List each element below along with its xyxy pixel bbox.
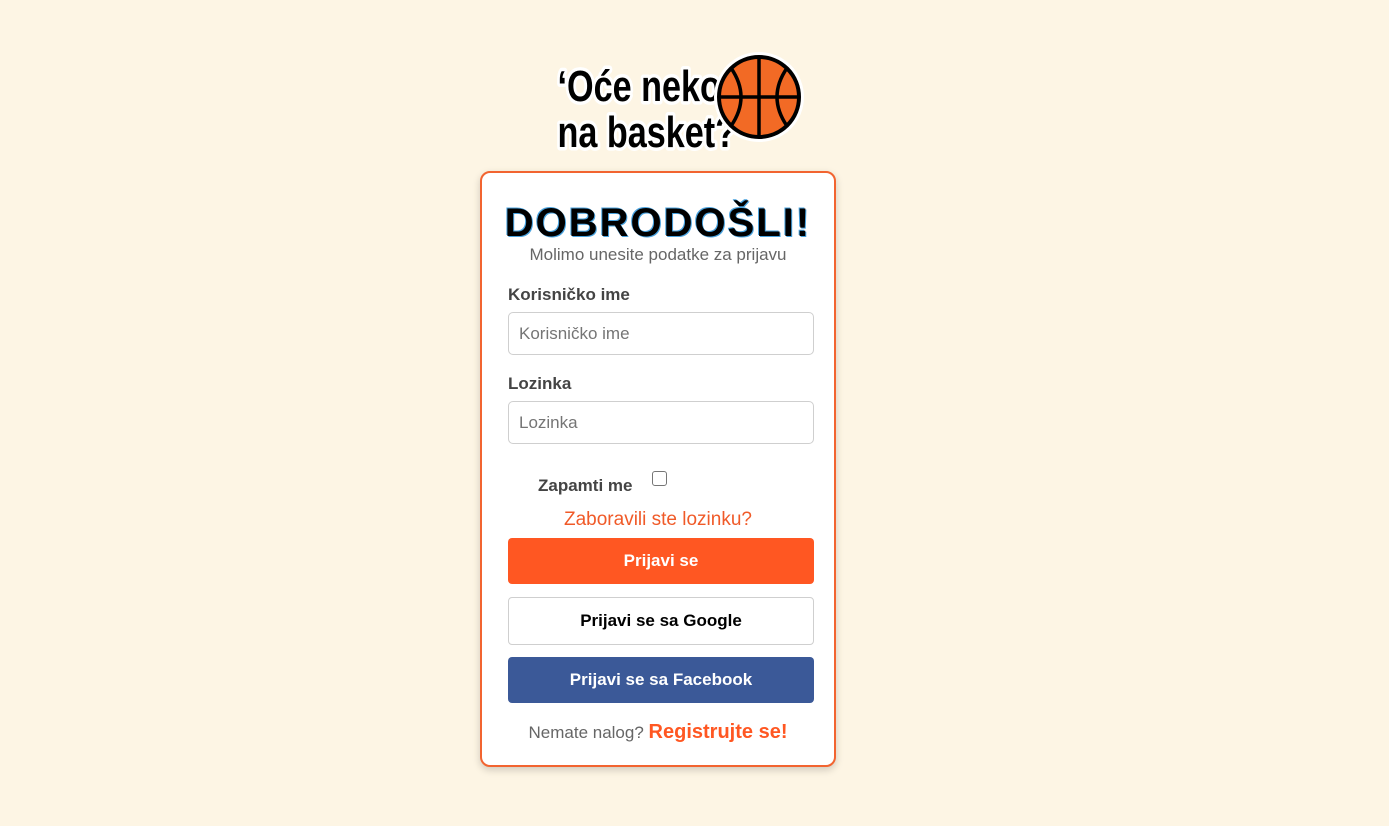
site-logo[interactable]: ‘Oće neko na basket? [553, 48, 807, 152]
logo-graphic: ‘Oće neko na basket? [554, 52, 804, 152]
facebook-login-button[interactable]: Prijavi se sa Facebook [508, 657, 814, 703]
remember-me-checkbox[interactable] [652, 471, 667, 486]
logo-text-line2: na basket? [558, 108, 737, 152]
password-label: Lozinka [508, 374, 572, 393]
basketball-icon [714, 52, 804, 142]
google-login-button[interactable]: Prijavi se sa Google [508, 597, 814, 645]
register-link[interactable]: Registrujte se! [649, 721, 788, 743]
logo-text-line1: ‘Oće neko [558, 62, 721, 111]
no-account-text: Nemate nalog? [528, 723, 644, 742]
login-button[interactable]: Prijavi se [508, 538, 814, 584]
login-card: DOBRODOŠLI! Molimo unesite podatke za pr… [480, 171, 836, 767]
password-input[interactable] [508, 401, 814, 444]
register-prompt: Nemate nalog? Registrujte se! [482, 721, 834, 744]
login-page: ‘Oće neko na basket? DOBRODOŠLI! Molimo … [0, 0, 1389, 826]
remember-me-label: Zapamti me [538, 476, 633, 495]
page-title: DOBRODOŠLI! [504, 201, 812, 245]
forgot-password-link[interactable]: Zaboravili ste lozinku? [482, 509, 834, 531]
username-label: Korisničko ime [508, 285, 630, 304]
username-input[interactable] [508, 312, 814, 355]
page-subtitle: Molimo unesite podatke za prijavu [529, 245, 787, 264]
